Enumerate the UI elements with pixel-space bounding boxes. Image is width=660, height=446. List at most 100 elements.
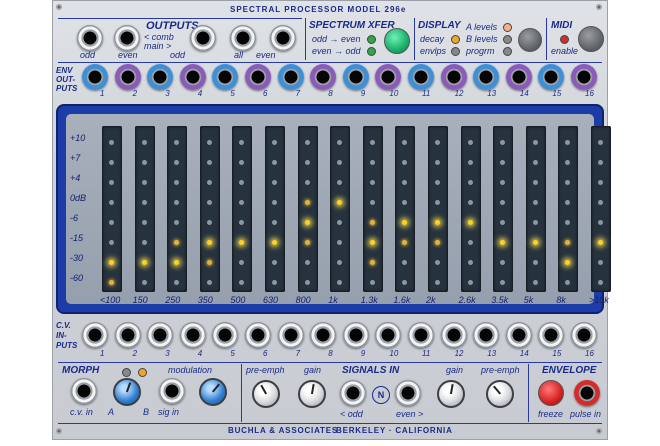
pre-emph-left-knob[interactable] <box>252 380 280 408</box>
pre-emph-right-knob[interactable] <box>486 380 514 408</box>
meter-led <box>500 220 506 225</box>
cv-input-number: 16 <box>585 349 594 358</box>
freeze-button[interactable] <box>538 380 564 406</box>
meter-led <box>402 200 408 205</box>
band-label: 800 <box>295 295 311 305</box>
env-output-number: 16 <box>585 89 594 98</box>
meter-led <box>467 220 473 225</box>
env-output-jack-16[interactable] <box>571 64 597 90</box>
meter-column-2k <box>428 126 448 292</box>
meter-led <box>272 240 277 245</box>
env-output-jack-9[interactable] <box>342 64 369 90</box>
env-output-jack-1[interactable] <box>82 64 108 90</box>
envelope-title: ENVELOPE <box>542 365 597 376</box>
cv-input-jack-14[interactable] <box>505 322 532 348</box>
sig-in-jack[interactable] <box>159 378 185 404</box>
meter-led <box>435 180 440 185</box>
display-button[interactable] <box>518 28 542 52</box>
cv-input-jack-16[interactable] <box>571 322 597 348</box>
meter-led <box>206 160 212 165</box>
meter-led <box>435 140 440 145</box>
screw <box>596 4 602 10</box>
env-output-jack-2[interactable] <box>114 64 141 90</box>
cv-input-jack-13[interactable] <box>473 322 500 348</box>
meter-led <box>141 220 147 225</box>
meter-led <box>402 240 408 245</box>
midi-enable-button[interactable] <box>578 26 604 52</box>
pulse-in-jack[interactable] <box>574 380 600 406</box>
env-output-jack-14[interactable] <box>505 64 532 90</box>
meter-led <box>272 260 277 265</box>
cv-input-jack-4[interactable] <box>179 322 206 348</box>
env-output-jack-13[interactable] <box>473 64 500 90</box>
output-jack-even-main[interactable] <box>270 25 296 51</box>
cv-input-jack-1[interactable] <box>82 322 108 348</box>
meter-led <box>565 240 571 245</box>
env-output-jack-8[interactable] <box>310 64 337 90</box>
cv-input-jack-6[interactable] <box>245 322 271 348</box>
morph-knob[interactable] <box>113 378 141 406</box>
meter-led <box>109 280 114 285</box>
cv-input-jack-3[interactable] <box>147 322 174 348</box>
cv-input-jack-2[interactable] <box>114 322 141 348</box>
meter-led <box>206 220 212 225</box>
env-output-number: 13 <box>487 89 497 98</box>
meter-led <box>304 140 310 145</box>
signals-in-even-jack[interactable] <box>395 380 421 406</box>
morph-title: MORPH <box>62 365 100 376</box>
meter-led <box>532 240 538 245</box>
env-output-jack-12[interactable] <box>440 64 467 90</box>
screw <box>56 4 62 10</box>
db-scale-label: -30 <box>70 253 84 263</box>
gain-right-knob[interactable] <box>437 380 465 408</box>
meter-led <box>369 200 375 205</box>
meter-led <box>304 240 310 245</box>
cv-input-jack-7[interactable] <box>277 322 304 348</box>
morph-cv-in-jack[interactable] <box>71 378 97 404</box>
env-outputs-label-3: PUTS <box>56 84 78 93</box>
xfer-even-odd-label: even → odd <box>312 46 361 56</box>
env-output-number: 8 <box>328 89 333 98</box>
env-output-jack-11[interactable] <box>408 64 434 90</box>
meter-led <box>206 140 212 145</box>
meter-led <box>565 280 571 285</box>
cv-input-number: 12 <box>454 349 464 358</box>
cv-input-jack-9[interactable] <box>342 322 369 348</box>
env-output-number: 4 <box>197 89 203 98</box>
display-envlps-led <box>451 47 460 56</box>
meter-column-<100 <box>102 126 122 292</box>
gain-left-knob[interactable] <box>298 380 326 408</box>
meter-led <box>304 180 310 185</box>
meter-led <box>304 200 310 205</box>
cv-input-number: 9 <box>360 349 366 358</box>
env-outputs-label-1: ENV <box>56 66 73 75</box>
signals-in-odd-jack[interactable] <box>340 380 366 406</box>
env-output-jack-4[interactable] <box>179 64 206 90</box>
meter-led <box>598 180 603 185</box>
output-jack-even-comb[interactable] <box>114 25 140 51</box>
spectrum-xfer-button[interactable] <box>384 28 410 54</box>
output-jack-odd-comb[interactable] <box>77 25 103 51</box>
meter-led <box>239 140 245 145</box>
band-label: 8k <box>556 295 566 305</box>
env-output-jack-6[interactable] <box>245 64 271 90</box>
meter-led <box>272 160 277 165</box>
band-label: 630 <box>263 295 279 305</box>
modulation-knob[interactable] <box>199 378 227 406</box>
meter-led <box>369 260 375 265</box>
env-output-jack-3[interactable] <box>147 64 174 90</box>
meter-led <box>467 160 473 165</box>
output-jack-odd-main[interactable] <box>190 25 216 51</box>
cv-input-jack-11[interactable] <box>408 322 434 348</box>
outputs-title: OUTPUTS <box>146 20 199 32</box>
db-scale-label: -6 <box>70 213 79 223</box>
output-jack-all[interactable] <box>230 25 256 51</box>
env-output-jack-7[interactable] <box>277 64 304 90</box>
meter-led <box>272 200 277 205</box>
meter-led <box>174 240 180 245</box>
cv-input-jack-12[interactable] <box>440 322 467 348</box>
meter-led <box>467 240 473 245</box>
meter-led <box>337 240 343 245</box>
cv-input-number: 7 <box>295 349 301 358</box>
cv-input-jack-8[interactable] <box>310 322 337 348</box>
